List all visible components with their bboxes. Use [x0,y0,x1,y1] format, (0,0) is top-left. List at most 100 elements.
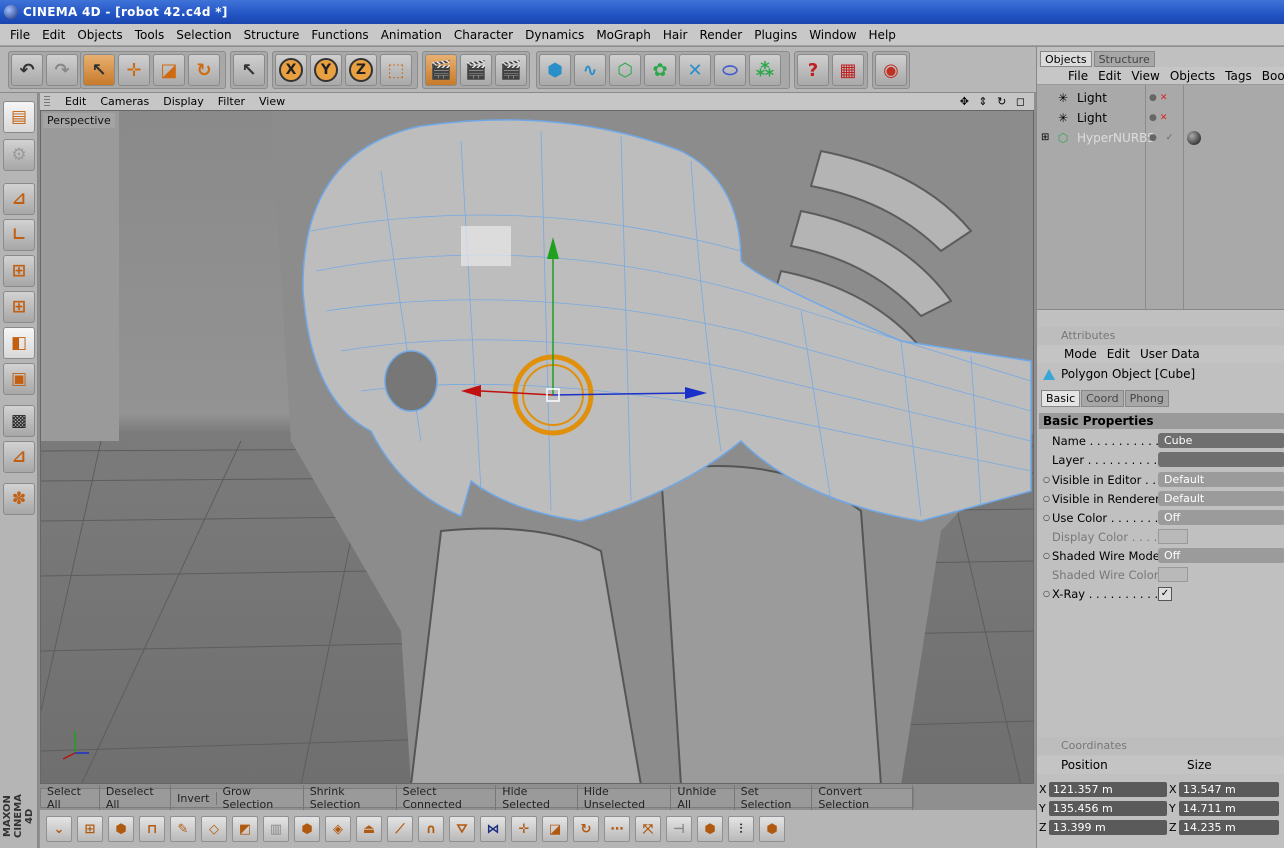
viewport-menu-filter[interactable]: Filter [211,95,252,108]
smooth-shift-icon[interactable]: ⤧ [635,816,661,842]
position-y-field[interactable]: 135.456 m [1049,800,1167,816]
om-menu-file[interactable]: File [1063,69,1093,83]
attr-menu-mode[interactable]: Mode [1059,347,1102,361]
viewport-menu-cameras[interactable]: Cameras [93,95,156,108]
position-z-field[interactable]: 13.399 m [1049,819,1167,835]
uv-tool-icon[interactable]: ▣ [3,363,35,395]
viewport-menu-edit[interactable]: Edit [58,95,93,108]
model-tool-icon[interactable]: ⊿ [3,183,35,215]
animation-mode-icon[interactable]: ✽ [3,483,35,515]
shaded-wire-color-swatch[interactable] [1158,567,1188,582]
attr-menu-edit[interactable]: Edit [1102,347,1135,361]
points-tool-icon[interactable]: ⊞ [3,255,35,287]
menu-plugins[interactable]: Plugins [748,28,803,42]
menu-mograph[interactable]: MoGraph [590,28,657,42]
texture-axis-icon[interactable]: ⊿ [3,441,35,473]
shrink-selection-button[interactable]: Shrink Selection [304,785,397,811]
deformer-icon[interactable]: ✕ [679,54,711,86]
menu-animation[interactable]: Animation [375,28,448,42]
edges-tool-icon[interactable]: ⊞ [3,291,35,323]
object-axis-tool-icon[interactable]: ∟ [3,219,35,251]
table-icon[interactable]: ▦ [832,54,864,86]
nurbs-icon[interactable]: ⬡ [609,54,641,86]
tab-objects[interactable]: Objects [1040,51,1092,67]
weld-icon[interactable]: ⬢ [759,816,785,842]
keyframe-dot-icon[interactable]: ○ [1043,589,1052,598]
om-menu-tags[interactable]: Tags [1220,69,1257,83]
layer-field[interactable] [1158,452,1284,467]
rotate-icon[interactable]: ↻ [188,54,220,86]
texture-mode-icon[interactable]: ▩ [3,405,35,437]
mirror-icon[interactable]: ⛛ [449,816,475,842]
visibility-flags[interactable]: ● ✓ [1149,133,1176,143]
polygons-tool-icon[interactable]: ◧ [3,327,35,359]
size-z-field[interactable]: 14.235 m [1179,819,1279,835]
extrude-inner-icon[interactable]: ◈ [325,816,351,842]
use-color-select[interactable]: Off [1158,510,1284,525]
array-icon[interactable]: ✿ [644,54,676,86]
z-axis-lock-button[interactable]: Z [345,54,377,86]
tab-structure[interactable]: Structure [1093,51,1155,67]
render-view-icon[interactable]: 🎬 [425,54,457,86]
menu-edit[interactable]: Edit [36,28,71,42]
keyframe-dot-icon[interactable]: ○ [1043,475,1052,484]
live-select-icon[interactable]: ↖ [83,54,115,86]
display-color-swatch[interactable] [1158,529,1188,544]
spline-icon[interactable]: ∿ [574,54,606,86]
scale-icon[interactable]: ◪ [153,54,185,86]
viewport-navigation-icons[interactable]: ✥ ⇕ ↻ ◻ [960,95,1028,108]
tab-basic[interactable]: Basic [1041,390,1081,407]
menu-tools[interactable]: Tools [129,28,171,42]
scene-object-icon[interactable]: ⬭ [714,54,746,86]
render-settings-icon[interactable]: 🎬 [495,54,527,86]
menu-selection[interactable]: Selection [170,28,237,42]
grip-handle[interactable] [44,95,50,108]
size-y-field[interactable]: 14.711 m [1179,800,1279,816]
unhide-all-button[interactable]: Unhide All [671,785,735,811]
shaded-wire-mode-select[interactable]: Off [1158,548,1284,563]
undo-icon[interactable]: ↶ [11,54,43,86]
menu-dynamics[interactable]: Dynamics [519,28,590,42]
expand-icon[interactable]: ⊞ [1041,132,1049,143]
list-item[interactable]: ⊞ ⬡ HyperNURBS ● ✓ [1037,128,1284,147]
menu-objects[interactable]: Objects [71,28,128,42]
list-item[interactable]: ✳ Light ●✕ [1037,88,1284,107]
menu-file[interactable]: File [4,28,36,42]
normal-rotate-icon[interactable]: ↻ [573,816,599,842]
menu-functions[interactable]: Functions [305,28,374,42]
close-hole-icon[interactable]: ◇ [201,816,227,842]
redo-icon[interactable]: ↷ [46,54,78,86]
layout-icon[interactable]: ▤ [3,101,35,133]
line-cut-icon[interactable]: ⟋ [387,816,413,842]
menu-help[interactable]: Help [863,28,902,42]
particle-icon[interactable]: ⁂ [749,54,781,86]
cinema4d-app-icon[interactable] [4,5,18,19]
list-item[interactable]: ✳ Light ●✕ [1037,108,1284,127]
keyframe-dot-icon[interactable]: ○ [1043,513,1052,522]
bevel-icon[interactable]: ⬢ [108,816,134,842]
iron-icon[interactable]: ⏏ [356,816,382,842]
om-menu-bookmarks[interactable]: Bookm [1257,69,1284,83]
keyframe-dot-icon[interactable]: ○ [1043,551,1052,560]
move-icon[interactable]: ✛ [118,54,150,86]
position-x-field[interactable]: 121.357 m [1049,781,1167,797]
stitch-icon[interactable]: ⬢ [697,816,723,842]
menu-character[interactable]: Character [448,28,519,42]
web-icon[interactable]: ◉ [875,54,907,86]
bridge-icon[interactable]: ⊓ [139,816,165,842]
name-field[interactable]: Cube [1158,433,1284,448]
set-selection-button[interactable]: Set Selection [735,785,813,811]
cube-primitive-icon[interactable]: ⬢ [539,54,571,86]
move-points-icon[interactable]: ✛ [511,816,537,842]
size-x-field[interactable]: 13.547 m [1179,781,1279,797]
tab-phong[interactable]: Phong [1124,390,1169,407]
om-menu-objects[interactable]: Objects [1165,69,1220,83]
visibility-flags[interactable]: ●✕ [1149,113,1170,123]
create-polygon-icon[interactable]: ◩ [232,816,258,842]
knife-icon[interactable]: ⌄ [46,816,72,842]
hide-unselected-button[interactable]: Hide Unselected [578,785,672,811]
attr-menu-user-data[interactable]: User Data [1135,347,1205,361]
slide-icon[interactable]: ⋯ [604,816,630,842]
help-icon[interactable]: ? [797,54,829,86]
menu-structure[interactable]: Structure [238,28,306,42]
